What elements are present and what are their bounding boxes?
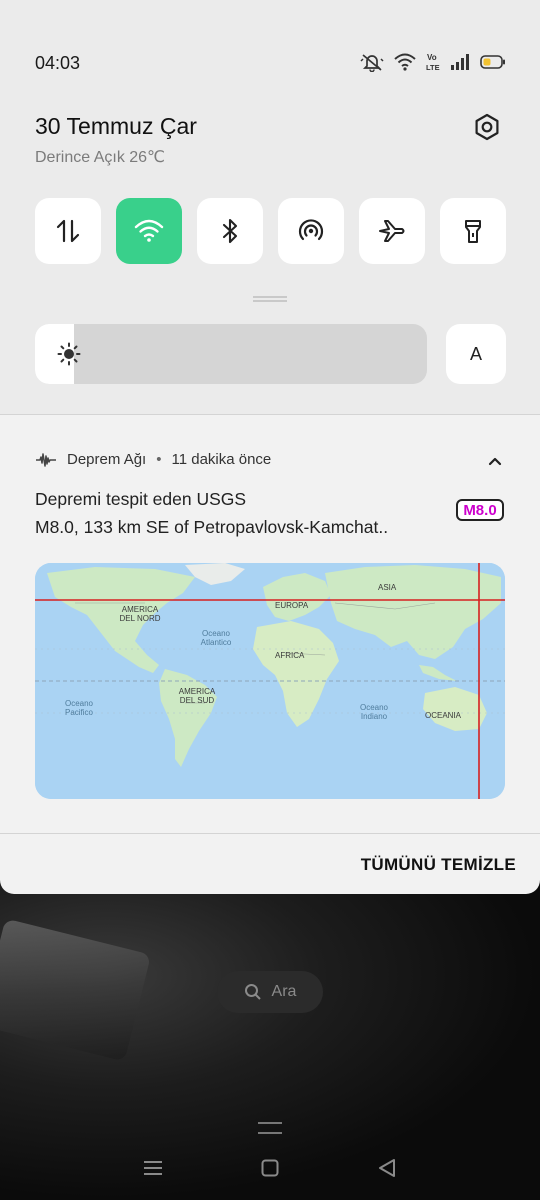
- tile-airplane-mode[interactable]: [359, 198, 425, 264]
- divider: [0, 414, 540, 415]
- notification-title[interactable]: Depremi tespit eden USGS: [35, 489, 246, 510]
- collapse-notification-button[interactable]: [484, 450, 506, 472]
- airplane-icon: [379, 220, 405, 242]
- battery-low-icon: [480, 55, 505, 69]
- header-separator: •: [156, 451, 162, 468]
- tile-wifi[interactable]: [116, 198, 182, 264]
- svg-text:Vo: Vo: [427, 53, 437, 62]
- map-label-south-america: AMERICA DEL SUD: [178, 687, 216, 705]
- back-button[interactable]: [367, 1148, 407, 1188]
- map-label-oceania: OCEANIA: [425, 711, 462, 720]
- map-label-north-america: AMERICA DEL NORD: [119, 605, 161, 623]
- search-label: Ara: [271, 983, 297, 1000]
- wifi-icon: [394, 53, 416, 71]
- weather-label[interactable]: Derince Açık 26℃: [35, 147, 165, 167]
- expand-handle[interactable]: [253, 296, 287, 302]
- clear-all-button[interactable]: TÜMÜNÜ TEMİZLE: [361, 855, 516, 875]
- date-label: 30 Temmuz Çar: [35, 113, 197, 139]
- world-map-graphic: [35, 563, 505, 799]
- chevron-up-icon: [488, 457, 502, 466]
- earthquake-map[interactable]: ASIA EUROPA AMERICA DEL NORD Oceano Atla…: [35, 563, 505, 799]
- notification-shade: 04:03 Vo LTE 30 Temmuz Çar Derince Açık …: [0, 0, 540, 894]
- map-label-europa: EUROPA: [275, 601, 309, 610]
- notification-time: 11 dakika önce: [171, 451, 272, 468]
- recents-button[interactable]: [133, 1148, 173, 1188]
- tile-mobile-data[interactable]: [35, 198, 101, 264]
- magnitude-badge: M8.0: [456, 499, 504, 521]
- seismograph-icon: [36, 452, 56, 467]
- home-handle[interactable]: [258, 1122, 282, 1134]
- quick-tiles: [35, 198, 506, 264]
- notification-app-name: Deprem Ağı: [67, 451, 147, 468]
- wifi-icon: [134, 219, 164, 242]
- notification-body[interactable]: M8.0, 133 km SE of Petropavlovsk-Kamchat…: [35, 517, 435, 538]
- volte-icon: Vo LTE: [426, 53, 440, 72]
- tile-flashlight[interactable]: [440, 198, 506, 264]
- menu-icon: [144, 1161, 163, 1175]
- navigation-bar: [0, 1140, 540, 1196]
- settings-button[interactable]: [470, 110, 504, 144]
- home-search-button[interactable]: Ara: [217, 971, 323, 1013]
- brightness-sun-icon: [57, 342, 81, 366]
- brightness-slider[interactable]: [35, 324, 427, 384]
- status-icons: Vo LTE: [360, 52, 506, 72]
- map-label-pacific: Oceano Pacifico: [64, 699, 94, 717]
- map-label-asia: ASIA: [378, 583, 397, 592]
- status-time: 04:03: [35, 53, 81, 73]
- signal-icon: [451, 54, 469, 70]
- bluetooth-icon: [222, 218, 238, 244]
- map-label-africa: AFRICA: [275, 651, 305, 660]
- mobile-data-icon: [56, 219, 80, 243]
- mute-icon: [360, 54, 384, 72]
- flashlight-icon: [465, 220, 481, 243]
- tile-bluetooth[interactable]: [197, 198, 263, 264]
- notification-header: Deprem Ağı • 11 dakika önce: [35, 451, 271, 468]
- gear-icon: [475, 113, 499, 141]
- tile-hotspot[interactable]: [278, 198, 344, 264]
- search-icon: [244, 984, 261, 1000]
- divider: [0, 833, 540, 834]
- map-label-indian: Oceano Indiano: [359, 703, 389, 721]
- hotspot-icon: [298, 219, 324, 241]
- map-label-atlantic: Oceano Atlantico: [200, 629, 232, 647]
- home-button[interactable]: [250, 1148, 290, 1188]
- back-triangle-icon: [378, 1159, 395, 1177]
- svg-text:LTE: LTE: [426, 63, 440, 72]
- home-square-icon: [261, 1159, 279, 1177]
- auto-brightness-button[interactable]: A: [446, 324, 506, 384]
